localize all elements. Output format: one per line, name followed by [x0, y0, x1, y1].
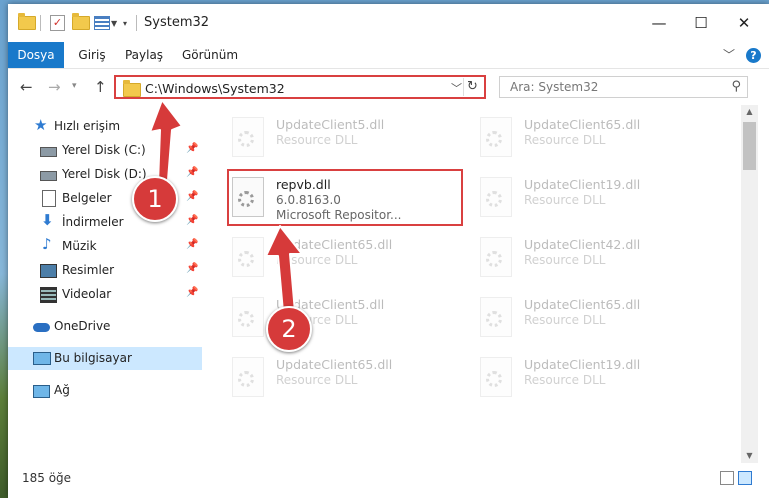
arrow-to-address-bar — [149, 99, 183, 185]
step-1-badge: 1 — [132, 176, 178, 222]
step-2-badge: 2 — [266, 306, 312, 352]
annotation-arrows — [149, 99, 303, 313]
arrow-to-file — [265, 225, 303, 313]
